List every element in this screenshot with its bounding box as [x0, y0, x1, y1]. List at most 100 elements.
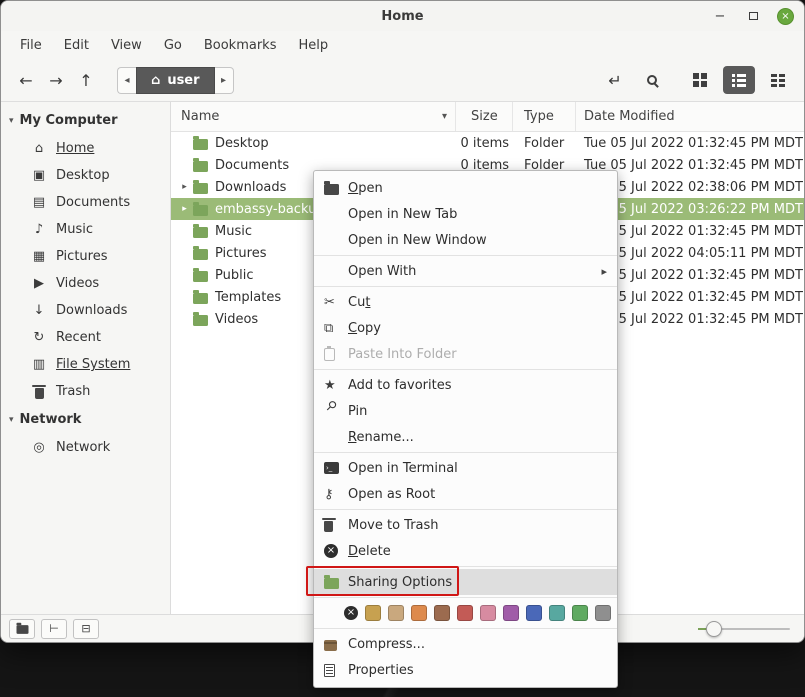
toggle-location-entry-button[interactable]: ↵ [600, 65, 630, 95]
menu-item-open[interactable]: Open [314, 175, 617, 201]
menu-item-sharing-options[interactable]: Sharing Options [314, 569, 617, 595]
back-button[interactable]: ← [11, 65, 41, 95]
menubar-file[interactable]: File [9, 34, 53, 57]
toolbar-right: ↵ [600, 65, 794, 95]
color-swatch[interactable] [434, 605, 450, 621]
color-swatch[interactable] [526, 605, 542, 621]
color-swatch[interactable] [572, 605, 588, 621]
column-header-size[interactable]: Size [456, 102, 513, 131]
folder-icon [192, 269, 208, 282]
clear-color-icon[interactable] [344, 606, 358, 620]
close-button[interactable]: × [777, 8, 794, 25]
row-expander-icon: ▸ [177, 182, 192, 192]
menu-item-copy[interactable]: ⧉Copy [314, 315, 617, 341]
file-name-label: Templates [215, 290, 281, 305]
sidebar-section-my-computer[interactable]: ▾My Computer [1, 106, 170, 135]
color-swatch[interactable] [595, 605, 611, 621]
menubar-bookmarks[interactable]: Bookmarks [193, 34, 288, 57]
maximize-button[interactable] [744, 7, 762, 25]
places-folder-icon [16, 625, 28, 634]
menu-item-open-in-new-tab[interactable]: Open in New Tab [314, 201, 617, 227]
color-swatch[interactable] [365, 605, 381, 621]
menu-item-label: Properties [348, 663, 414, 678]
column-header-date[interactable]: Date Modified [576, 102, 804, 131]
chevron-right-icon: ▸ [221, 75, 226, 86]
downloads-icon: ↓ [31, 303, 47, 318]
compact-view-button[interactable] [762, 66, 794, 94]
menubar-view[interactable]: View [100, 34, 153, 57]
sidebar-item-trash[interactable]: Trash [1, 378, 170, 405]
breadcrumb-scroll-right-button[interactable]: ▸ [215, 67, 234, 94]
menu-item-label: Sharing Options [348, 575, 452, 590]
color-swatch[interactable] [503, 605, 519, 621]
sidebar-item-file-system[interactable]: ▥File System [1, 351, 170, 378]
terminal-icon [324, 462, 348, 474]
minimize-button[interactable]: − [711, 7, 729, 25]
menu-item-open-in-new-window[interactable]: Open in New Window [314, 227, 617, 253]
breadcrumb-scroll-left-button[interactable]: ◂ [117, 67, 136, 94]
menubar: FileEditViewGoBookmarksHelp [1, 31, 804, 59]
sidebar-item-recent[interactable]: ↻Recent [1, 324, 170, 351]
desktop-background: { "window": { "title": "Home" }, "menuba… [0, 0, 805, 697]
icon-view-button[interactable] [684, 66, 716, 94]
color-swatch[interactable] [457, 605, 473, 621]
show-treeview-button[interactable]: ⊢ [41, 619, 67, 639]
up-button[interactable]: ↑ [71, 65, 101, 95]
sidebar-item-documents[interactable]: ▤Documents [1, 189, 170, 216]
hide-sidebar-button[interactable]: ⊟ [73, 619, 99, 639]
menu-item-open-as-root[interactable]: ⚷Open as Root [314, 481, 617, 507]
zoom-slider-handle[interactable] [706, 621, 722, 637]
color-swatch[interactable] [411, 605, 427, 621]
color-swatch[interactable] [480, 605, 496, 621]
search-button[interactable] [637, 65, 667, 95]
file-date-cell: Tue 05 Jul 2022 01:32:45 PM MDT [576, 132, 804, 154]
sidebar-item-network[interactable]: ◎Network [1, 434, 170, 461]
menu-item-rename[interactable]: Rename... [314, 424, 617, 450]
compress-icon [324, 638, 348, 651]
menu-item-open-with[interactable]: Open With▸ [314, 258, 617, 284]
menu-separator [314, 255, 617, 256]
menu-item-compress[interactable]: Compress... [314, 631, 617, 657]
sidebar-item-label: Downloads [56, 303, 127, 318]
titlebar[interactable]: Home − × [1, 1, 804, 31]
menu-item-properties[interactable]: Properties [314, 657, 617, 683]
sidebar-section-network[interactable]: ▾Network [1, 405, 170, 434]
forward-button[interactable]: → [41, 65, 71, 95]
sidebar-item-desktop[interactable]: ▣Desktop [1, 162, 170, 189]
sidebar-item-videos[interactable]: ▶Videos [1, 270, 170, 297]
menu-item-add-to-favorites[interactable]: ★Add to favorites [314, 372, 617, 398]
menu-item-move-to-trash[interactable]: Move to Trash [314, 512, 617, 538]
section-expander-icon: ▾ [9, 415, 14, 425]
section-expander-icon: ▾ [9, 116, 14, 126]
list-view-button[interactable] [723, 66, 755, 94]
menu-item-cu-t[interactable]: ✂Cut [314, 289, 617, 315]
menu-item-label: Add to favorites [348, 378, 452, 393]
show-places-button[interactable] [9, 619, 35, 639]
chevron-left-icon: ◂ [124, 75, 129, 86]
breadcrumb-user-button[interactable]: ⌂ user [136, 67, 215, 94]
window-title: Home [381, 9, 423, 24]
sidebar-item-label: Desktop [56, 168, 110, 183]
menu-item-label: Paste Into Folder [348, 347, 457, 362]
menu-item-paste-into-folder[interactable]: Paste Into Folder [314, 341, 617, 367]
folder-icon [192, 291, 208, 304]
file-row-desktop[interactable]: Desktop0 itemsFolderTue 05 Jul 2022 01:3… [171, 132, 804, 154]
sidebar-item-music[interactable]: ♪Music [1, 216, 170, 243]
menu-item-open-in-terminal[interactable]: Open in Terminal [314, 455, 617, 481]
color-swatch[interactable] [388, 605, 404, 621]
menu-item-delete[interactable]: Delete [314, 538, 617, 564]
sidebar-item-home[interactable]: ⌂Home [1, 135, 170, 162]
sidebar-item-pictures[interactable]: ▦Pictures [1, 243, 170, 270]
menubar-edit[interactable]: Edit [53, 34, 100, 57]
menubar-go[interactable]: Go [153, 34, 193, 57]
zoom-slider[interactable] [698, 628, 790, 630]
color-swatch[interactable] [549, 605, 565, 621]
sidebar-item-downloads[interactable]: ↓ Downloads [1, 297, 170, 324]
column-header-type[interactable]: Type [513, 102, 576, 131]
menu-item-label: Delete [348, 544, 391, 559]
column-header-name[interactable]: Name▾ [171, 102, 456, 131]
menubar-help[interactable]: Help [287, 34, 339, 57]
menu-item-pin[interactable]: ⚲Pin [314, 398, 617, 424]
file-name-label: Documents [215, 158, 289, 173]
column-header-label: Size [471, 109, 498, 124]
